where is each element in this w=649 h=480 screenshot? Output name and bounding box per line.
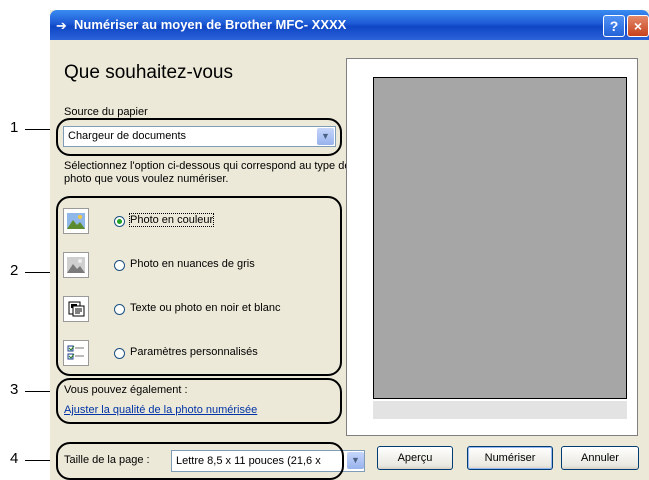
paper-source-label: Source du papier — [64, 106, 148, 118]
close-button[interactable]: × — [627, 15, 649, 37]
callout-4-box — [56, 442, 344, 480]
callout-2: 2 — [10, 262, 19, 279]
instructions-text: Sélectionnez l'option ci-dessous qui cor… — [64, 160, 351, 185]
page-heading: Que souhaitez-vous — [64, 62, 233, 83]
scanner-arrow-icon: ➔ — [56, 18, 67, 33]
preview-page — [373, 77, 627, 399]
callout-3: 3 — [10, 381, 19, 398]
preview-strip — [373, 401, 627, 419]
title-bar[interactable]: ➔ Numériser au moyen de Brother MFC- XXX… — [50, 10, 649, 40]
scan-dialog: ➔ Numériser au moyen de Brother MFC- XXX… — [50, 10, 649, 480]
callout-2-box — [56, 196, 342, 376]
callout-1-box — [56, 118, 342, 156]
scan-button[interactable]: Numériser — [467, 446, 553, 470]
callout-4: 4 — [10, 450, 19, 467]
window-title: Numériser au moyen de Brother MFC- XXXX — [74, 17, 347, 32]
cancel-button[interactable]: Annuler — [561, 446, 639, 470]
help-button[interactable]: ? — [603, 15, 625, 37]
preview-area — [346, 58, 638, 436]
callout-1: 1 — [10, 119, 19, 136]
preview-button[interactable]: Aperçu — [377, 446, 453, 470]
callout-3-box — [56, 378, 342, 424]
chevron-down-icon[interactable]: ▼ — [347, 452, 364, 469]
